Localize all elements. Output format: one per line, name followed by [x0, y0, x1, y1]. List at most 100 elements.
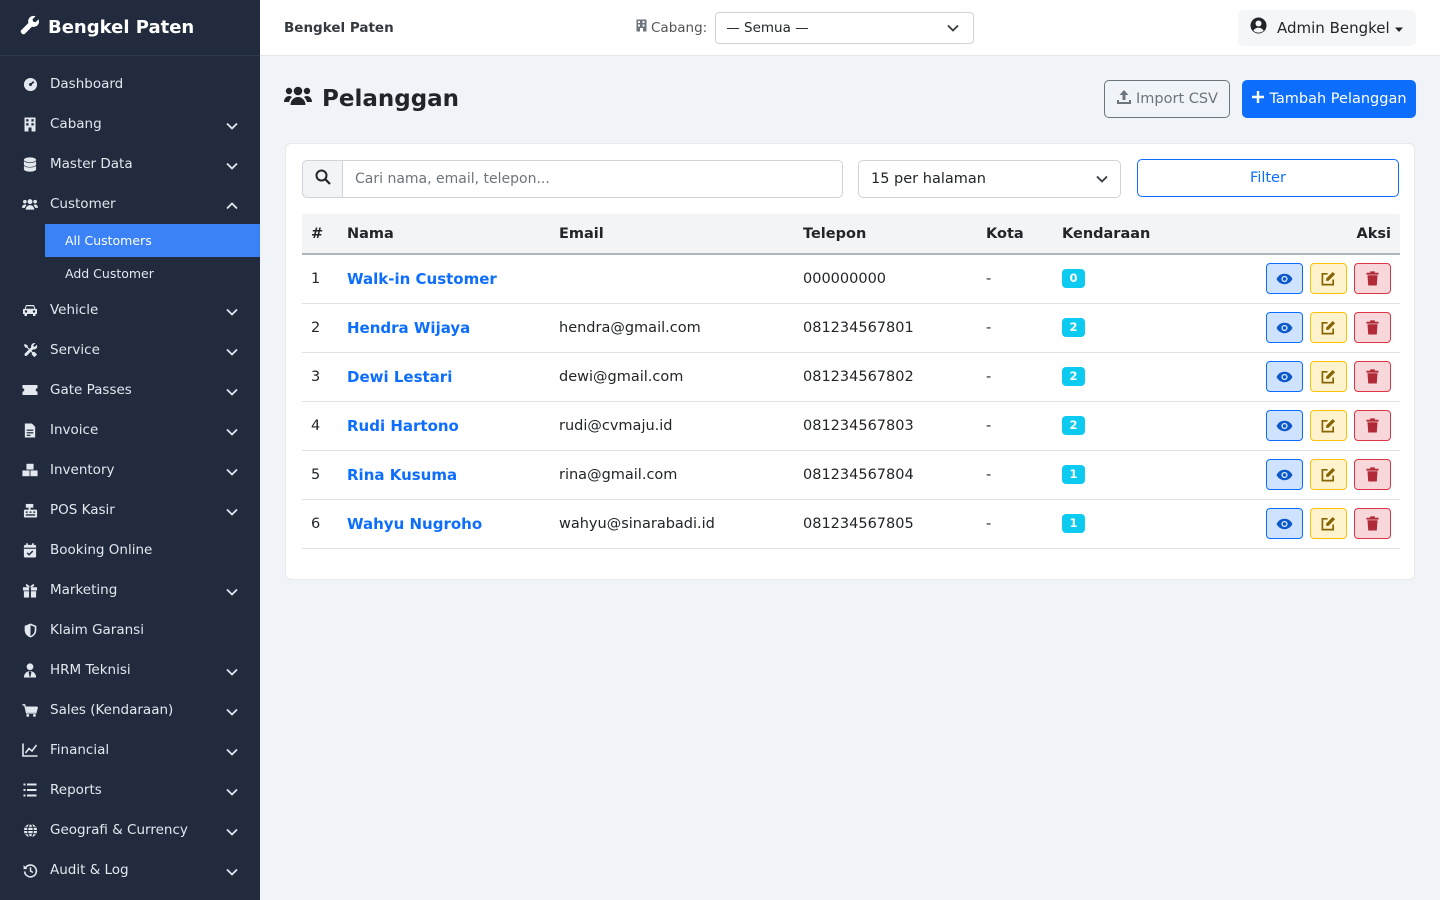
sidebar-item-sales-kendaraan[interactable]: Sales (Kendaraan) [0, 690, 260, 730]
cell-number: 3 [311, 368, 321, 385]
cell-actions [1203, 401, 1400, 450]
sidebar-item-invoice[interactable]: Invoice [0, 410, 260, 450]
customer-name-link[interactable]: Rina Kusuma [338, 450, 550, 499]
cell-number: 5 [311, 466, 321, 483]
sidebar-item-master-data[interactable]: Master Data [0, 144, 260, 184]
cell-email: rudi@cvmaju.id [559, 417, 673, 434]
user-menu-button[interactable]: Admin Bengkel [1238, 9, 1416, 46]
sidebar-item-geografi-currency[interactable]: Geografi & Currency [0, 810, 260, 850]
row-actions [1212, 312, 1391, 343]
chevron-down-icon [226, 424, 238, 436]
add-customer-label: Tambah Pelanggan [1269, 91, 1407, 107]
sidebar-item-booking-online[interactable]: Booking Online [0, 530, 260, 570]
delete-button[interactable] [1354, 508, 1391, 539]
sidebar-item-klaim-garansi[interactable]: Klaim Garansi [0, 610, 260, 650]
chevron-down-icon [226, 744, 238, 756]
view-button[interactable] [1266, 312, 1303, 343]
branch-selector: Cabang: — Semua — [636, 11, 975, 44]
vehicle-count-badge: 2 [1062, 367, 1085, 386]
sidebar-item-label: Vehicle [50, 302, 99, 318]
chevron-down-icon [226, 464, 238, 476]
edit-icon [1321, 369, 1336, 384]
edit-icon [1321, 418, 1336, 433]
edit-button[interactable] [1310, 508, 1347, 539]
filter-button[interactable]: Filter [1137, 159, 1399, 197]
delete-button[interactable] [1354, 361, 1391, 392]
trash-icon [1366, 418, 1379, 433]
search-input[interactable] [343, 160, 843, 198]
sidebar-item-service[interactable]: Service [0, 330, 260, 370]
user-name: Admin Bengkel [1277, 18, 1390, 37]
view-button[interactable] [1266, 410, 1303, 441]
vehicle-count-badge: 2 [1062, 318, 1085, 337]
delete-button[interactable] [1354, 410, 1391, 441]
vehicle-count-badge: 1 [1062, 465, 1085, 484]
sidebar-item-marketing[interactable]: Marketing [0, 570, 260, 610]
edit-button[interactable] [1310, 312, 1347, 343]
customers-table: # Nama Email Telepon Kota Kendaraan Aksi… [302, 214, 1400, 549]
users-icon [22, 196, 38, 212]
sidebar-item-inventory[interactable]: Inventory [0, 450, 260, 490]
sidebar-subitem-all-customers[interactable]: All Customers [45, 224, 260, 257]
brand[interactable]: Bengkel Paten [0, 0, 260, 56]
view-button[interactable] [1266, 361, 1303, 392]
view-button[interactable] [1266, 263, 1303, 295]
sidebar-item-label: HRM Teknisi [50, 662, 131, 678]
cell-phone: 081234567803 [803, 417, 914, 434]
sidebar-item-label: Invoice [50, 422, 99, 438]
table-row: 3 Dewi Lestari dewi@gmail.com 081234567802 -… [302, 352, 1400, 401]
cell-city: - [986, 466, 992, 483]
cell-vehicles: 0 [1053, 254, 1203, 303]
sidebar-item-pos-kasir[interactable]: POS Kasir [0, 490, 260, 530]
per-page-select[interactable]: 15 per halaman [858, 160, 1121, 198]
customer-name-link[interactable]: Dewi Lestari [338, 352, 550, 401]
sidebar-item-label: Geografi & Currency [50, 822, 188, 838]
user-circle-icon [1250, 17, 1267, 38]
chevron-down-icon [1096, 171, 1108, 187]
sidebar-item-financial[interactable]: Financial [0, 730, 260, 770]
sidebar-nav: Dashboard Cabang Master Data Customer All Cu… [0, 56, 260, 890]
delete-button[interactable] [1354, 312, 1391, 343]
calendar-check-icon [22, 542, 38, 558]
sidebar-item-label: Gate Passes [50, 382, 132, 398]
sidebar-item-cabang[interactable]: Cabang [0, 104, 260, 144]
sidebar-item-dashboard[interactable]: Dashboard [0, 64, 260, 104]
import-csv-button[interactable]: Import CSV [1104, 80, 1230, 118]
sidebar-item-label: Inventory [50, 462, 115, 478]
sidebar-item-gate-passes[interactable]: Gate Passes [0, 370, 260, 410]
edit-button[interactable] [1310, 263, 1347, 295]
gift-icon [22, 582, 38, 598]
customer-name-link[interactable]: Wahyu Nugroho [338, 499, 550, 548]
chevron-up-icon [226, 198, 238, 210]
edit-icon [1321, 467, 1336, 482]
cell-number: 4 [311, 417, 321, 434]
sidebar-item-vehicle[interactable]: Vehicle [0, 290, 260, 330]
view-button[interactable] [1266, 508, 1303, 539]
delete-button[interactable] [1354, 263, 1391, 295]
user-tie-icon [22, 662, 38, 678]
cell-vehicles: 1 [1053, 499, 1203, 548]
sidebar-item-reports[interactable]: Reports [0, 770, 260, 810]
sidebar-item-label: Service [50, 342, 100, 358]
edit-button[interactable] [1310, 361, 1347, 392]
add-customer-button[interactable]: Tambah Pelanggan [1242, 80, 1416, 118]
page-header: Pelanggan Import CSV Tambah Pelanggan [284, 80, 1416, 118]
sidebar-subitem-add-customer[interactable]: Add Customer [45, 257, 260, 290]
customer-name-link[interactable]: Rudi Hartono [338, 401, 550, 450]
sidebar-item-audit-log[interactable]: Audit & Log [0, 850, 260, 890]
edit-button[interactable] [1310, 459, 1347, 490]
edit-button[interactable] [1310, 410, 1347, 441]
sidebar-item-customer[interactable]: Customer [0, 184, 260, 224]
branch-select[interactable]: — Semua — [715, 11, 975, 44]
sidebar-item-label: Reports [50, 782, 102, 798]
cell-city: - [986, 515, 992, 532]
sidebar-item-hrm-teknisi[interactable]: HRM Teknisi [0, 650, 260, 690]
edit-icon [1321, 320, 1336, 335]
customer-name-link[interactable]: Hendra Wijaya [338, 303, 550, 352]
delete-button[interactable] [1354, 459, 1391, 490]
import-csv-label: Import CSV [1136, 91, 1218, 107]
view-button[interactable] [1266, 459, 1303, 490]
table-body: 1 Walk-in Customer 000000000 - 0 2 Hendra Wija… [302, 254, 1400, 548]
customer-name-link[interactable]: Walk-in Customer [338, 254, 550, 303]
boxes-icon [22, 462, 38, 478]
